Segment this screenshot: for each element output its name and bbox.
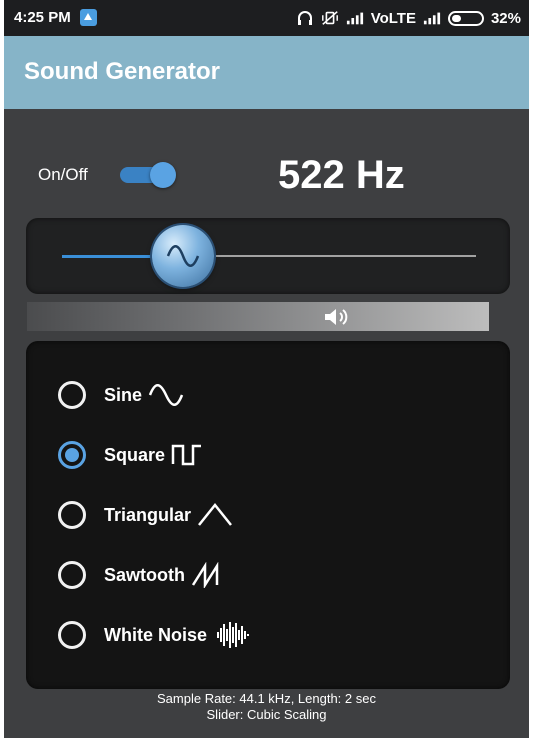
option-label-sine: Sine [104,384,143,405]
status-time: 4:25 PM [14,9,71,26]
phone-screen: 4:25 PM VoLTE 32% Sound Generator On/Off… [4,0,529,738]
waveform-option-white-noise[interactable]: White Noise [58,615,250,655]
signal-icon-2 [423,12,441,25]
radio-sawtooth[interactable] [58,561,86,589]
square-wave-icon [171,444,202,466]
sine-wave-icon [148,384,184,406]
status-bar: 4:25 PM VoLTE 32% [4,0,529,36]
frequency-slider-panel [26,218,510,294]
option-label-white-noise: White Noise [104,624,208,645]
radio-triangular[interactable] [58,501,86,529]
noise-wave-icon [217,622,250,648]
volume-slider[interactable] [27,302,489,331]
battery-percent: 32% [490,9,521,27]
sine-wave-icon [166,245,200,267]
speaker-icon [325,309,348,325]
status-icons: VoLTE 32% [296,8,521,28]
onoff-label: On/Off [38,165,88,184]
footer-slider-scaling: Slider: Cubic Scaling [206,707,327,722]
triangle-wave-icon [198,502,233,526]
radio-sine[interactable] [58,381,86,409]
network-label: VoLTE [370,9,416,27]
app-title: Sound Generator [24,58,221,85]
battery-fill [451,14,461,22]
notification-icon [80,9,97,26]
frequency-slider-knob[interactable] [152,225,214,287]
frequency-display: 522 Hz [278,153,405,197]
option-label-square: Square [104,444,166,465]
waveform-option-sawtooth[interactable]: Sawtooth [58,555,225,595]
option-label-triangular: Triangular [104,504,192,525]
radio-square[interactable] [58,441,86,469]
slider-track[interactable] [178,255,476,257]
app-bar: Sound Generator [4,36,529,109]
headphones-icon [297,11,312,25]
footer-sample-rate: Sample Rate: 44.1 kHz, Length: 2 sec [157,691,376,706]
waveform-option-square[interactable]: Square [58,435,203,475]
signal-icon [346,12,363,25]
option-label-sawtooth: Sawtooth [104,564,185,585]
waveform-option-triangular[interactable]: Triangular [58,495,233,535]
switch-thumb [150,162,176,188]
battery-icon [447,10,484,26]
footer-info: Sample Rate: 44.1 kHz, Length: 2 sec Sli… [4,691,529,723]
waveform-panel: Sine Square Triangular Sawtooth White No… [26,341,510,689]
sawtooth-wave-icon [191,562,219,588]
power-switch[interactable] [120,162,178,188]
radio-white-noise[interactable] [58,621,86,649]
vibrate-off-icon [321,11,338,25]
waveform-option-sine[interactable]: Sine [58,375,184,415]
